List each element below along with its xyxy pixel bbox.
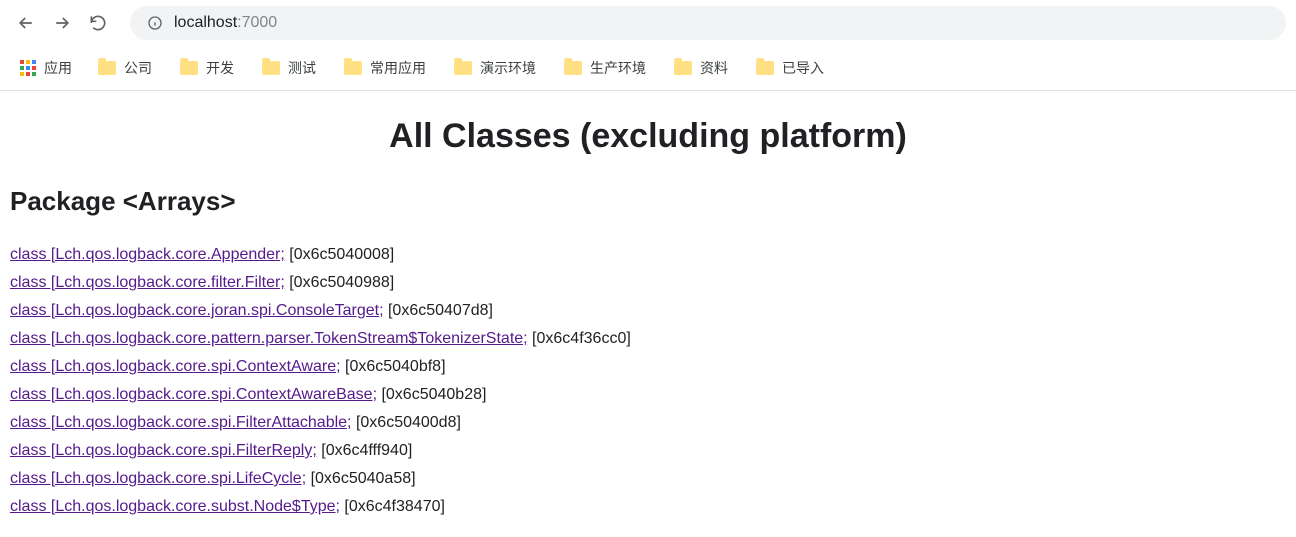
folder-icon xyxy=(564,61,582,75)
class-row: class [Lch.qos.logback.core.pattern.pars… xyxy=(10,325,1286,353)
folder-icon xyxy=(454,61,472,75)
class-hex: [0x6c50400d8] xyxy=(352,414,461,431)
back-button[interactable] xyxy=(10,7,42,39)
browser-toolbar: localhost:7000 xyxy=(0,0,1296,46)
page-title: All Classes (excluding platform) xyxy=(10,117,1286,156)
class-row: class [Lch.qos.logback.core.spi.FilterRe… xyxy=(10,437,1286,465)
apps-label: 应用 xyxy=(44,58,72,78)
url-text: localhost:7000 xyxy=(174,14,277,32)
class-row: class [Lch.qos.logback.core.joran.spi.Co… xyxy=(10,297,1286,325)
class-hex: [0x6c5040a58] xyxy=(306,470,415,487)
class-link[interactable]: class [Lch.qos.logback.core.spi.ContextA… xyxy=(10,358,341,375)
class-link[interactable]: class [Lch.qos.logback.core.subst.Node$T… xyxy=(10,498,340,515)
class-hex: [0x6c5040b28] xyxy=(377,386,486,403)
bookmark-folder[interactable]: 已导入 xyxy=(744,52,836,84)
class-hex: [0x6c50407d8] xyxy=(384,302,493,319)
class-row: class [Lch.qos.logback.core.spi.FilterAt… xyxy=(10,409,1286,437)
reload-icon xyxy=(88,13,108,33)
bookmark-label: 常用应用 xyxy=(370,58,426,78)
bookmark-label: 开发 xyxy=(206,58,234,78)
class-link[interactable]: class [Lch.qos.logback.core.pattern.pars… xyxy=(10,330,528,347)
site-info-icon[interactable] xyxy=(146,14,164,32)
class-hex: [0x6c5040988] xyxy=(285,274,394,291)
bookmark-folder[interactable]: 生产环境 xyxy=(552,52,658,84)
folder-icon xyxy=(180,61,198,75)
bookmarks-bar: 应用 公司 开发 测试 常用应用 演示环境 生产环境 资料 已导入 xyxy=(0,46,1296,91)
package-heading: Package <Arrays> xyxy=(10,186,1286,217)
bookmark-folder[interactable]: 公司 xyxy=(86,52,164,84)
bookmark-folder[interactable]: 测试 xyxy=(250,52,328,84)
folder-icon xyxy=(98,61,116,75)
folder-icon xyxy=(674,61,692,75)
class-hex: [0x6c5040008] xyxy=(285,246,394,263)
bookmark-folder[interactable]: 常用应用 xyxy=(332,52,438,84)
arrow-right-icon xyxy=(52,13,72,33)
folder-icon xyxy=(344,61,362,75)
url-port: :7000 xyxy=(237,14,277,31)
apps-button[interactable]: 应用 xyxy=(10,52,82,84)
class-row: class [Lch.qos.logback.core.spi.ContextA… xyxy=(10,353,1286,381)
arrow-left-icon xyxy=(16,13,36,33)
bookmark-label: 生产环境 xyxy=(590,58,646,78)
class-link[interactable]: class [Lch.qos.logback.core.joran.spi.Co… xyxy=(10,302,384,319)
class-list: class [Lch.qos.logback.core.Appender; [0… xyxy=(10,241,1286,521)
class-link[interactable]: class [Lch.qos.logback.core.filter.Filte… xyxy=(10,274,285,291)
class-hex: [0x6c4f38470] xyxy=(340,498,445,515)
folder-icon xyxy=(756,61,774,75)
class-link[interactable]: class [Lch.qos.logback.core.spi.FilterAt… xyxy=(10,414,352,431)
class-row: class [Lch.qos.logback.core.subst.Node$T… xyxy=(10,493,1286,521)
bookmark-label: 已导入 xyxy=(782,58,824,78)
class-row: class [Lch.qos.logback.core.Appender; [0… xyxy=(10,241,1286,269)
class-row: class [Lch.qos.logback.core.filter.Filte… xyxy=(10,269,1286,297)
class-hex: [0x6c4fff940] xyxy=(317,442,412,459)
reload-button[interactable] xyxy=(82,7,114,39)
forward-button[interactable] xyxy=(46,7,78,39)
bookmark-folder[interactable]: 资料 xyxy=(662,52,740,84)
class-link[interactable]: class [Lch.qos.logback.core.Appender; xyxy=(10,246,285,263)
bookmark-label: 资料 xyxy=(700,58,728,78)
class-hex: [0x6c4f36cc0] xyxy=(528,330,631,347)
class-hex: [0x6c5040bf8] xyxy=(341,358,446,375)
address-bar[interactable]: localhost:7000 xyxy=(130,6,1286,40)
bookmark-folder[interactable]: 演示环境 xyxy=(442,52,548,84)
bookmark-folder[interactable]: 开发 xyxy=(168,52,246,84)
bookmark-label: 演示环境 xyxy=(480,58,536,78)
url-host: localhost xyxy=(174,14,237,31)
apps-icon xyxy=(20,60,36,76)
bookmark-label: 公司 xyxy=(124,58,152,78)
class-link[interactable]: class [Lch.qos.logback.core.spi.ContextA… xyxy=(10,386,377,403)
bookmark-label: 测试 xyxy=(288,58,316,78)
folder-icon xyxy=(262,61,280,75)
class-row: class [Lch.qos.logback.core.spi.ContextA… xyxy=(10,381,1286,409)
page-content: All Classes (excluding platform) Package… xyxy=(0,91,1296,537)
class-row: class [Lch.qos.logback.core.spi.LifeCycl… xyxy=(10,465,1286,493)
class-link[interactable]: class [Lch.qos.logback.core.spi.FilterRe… xyxy=(10,442,317,459)
class-link[interactable]: class [Lch.qos.logback.core.spi.LifeCycl… xyxy=(10,470,306,487)
